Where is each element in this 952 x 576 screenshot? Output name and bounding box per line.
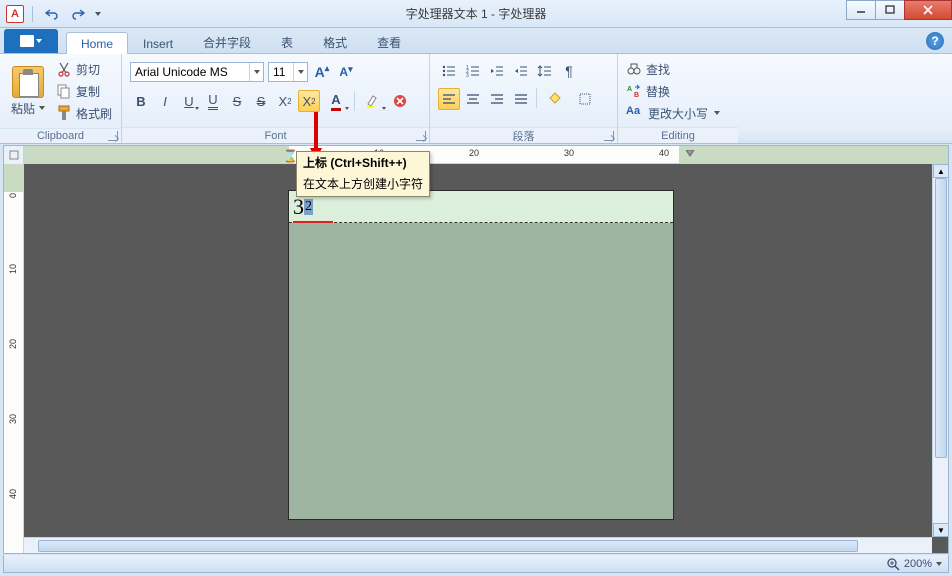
horizontal-ruler[interactable]: 10 20 30 40	[4, 146, 948, 164]
subscript-button[interactable]: X2	[274, 90, 296, 112]
replace-icon: AB	[626, 83, 642, 99]
spellcheck-underline	[293, 221, 333, 223]
underline-button[interactable]: U	[178, 90, 200, 112]
svg-text:3: 3	[466, 73, 469, 79]
window-title: 字处理器文本 1 - 字处理器	[406, 5, 547, 22]
pilcrow-button[interactable]: ¶	[558, 60, 580, 82]
status-bar: 200%	[3, 555, 949, 573]
bullets-button[interactable]	[438, 60, 460, 82]
scroll-up-button[interactable]: ▲	[933, 164, 949, 178]
format-painter-button[interactable]: 格式刷	[54, 102, 114, 124]
change-case-button[interactable]: Aa更改大小写	[626, 102, 720, 124]
font-launcher[interactable]	[416, 131, 426, 141]
change-case-icon: Aa	[626, 105, 644, 121]
tab-format[interactable]: 格式	[308, 29, 362, 54]
vscroll-thumb[interactable]	[935, 178, 947, 458]
grow-font-button[interactable]: A▴	[312, 62, 332, 82]
document-area: 10 20 30 40 0 10 20 30 40 32 ▲	[3, 145, 949, 554]
line-spacing-button[interactable]	[534, 60, 556, 82]
justify-button[interactable]	[510, 88, 532, 110]
align-center-button[interactable]	[462, 88, 484, 110]
clipboard-launcher[interactable]	[108, 131, 118, 141]
double-underline-button[interactable]: U	[202, 90, 224, 112]
font-name-combo[interactable]: Arial Unicode MS	[130, 62, 264, 82]
numbering-button[interactable]: 123	[462, 60, 484, 82]
qat-dropdown[interactable]	[93, 4, 103, 24]
title-bar: A 字处理器文本 1 - 字处理器	[0, 0, 952, 28]
ribbon-tabs: Home Insert 合并字段 表 格式 查看 ?	[0, 28, 952, 54]
vertical-ruler[interactable]: 0 10 20 30 40	[4, 164, 24, 553]
svg-text:A: A	[627, 86, 632, 93]
highlight-button[interactable]	[359, 90, 387, 112]
zoom-level[interactable]: 200%	[904, 558, 932, 570]
paragraph-launcher[interactable]	[604, 131, 614, 141]
scissors-icon	[56, 61, 72, 77]
clear-formatting-button[interactable]	[389, 90, 411, 112]
replace-button[interactable]: AB替换	[626, 80, 670, 102]
strikethrough-button[interactable]: S	[226, 90, 248, 112]
italic-button[interactable]: I	[154, 90, 176, 112]
horizontal-scrollbar[interactable]	[24, 537, 932, 553]
group-label-font: Font	[264, 130, 286, 142]
vertical-scrollbar[interactable]: ▲ ▼	[932, 164, 948, 537]
zoom-icon[interactable]	[886, 557, 900, 571]
paste-button[interactable]: 粘贴	[6, 58, 50, 124]
shrink-font-button[interactable]: A▾	[336, 62, 356, 82]
borders-button[interactable]	[571, 88, 599, 110]
redo-button[interactable]	[67, 4, 89, 24]
copy-icon	[56, 83, 72, 99]
tab-home[interactable]: Home	[66, 32, 128, 54]
tab-view[interactable]: 查看	[362, 29, 416, 54]
group-label-editing: Editing	[661, 130, 695, 142]
shading-button[interactable]	[541, 88, 569, 110]
align-left-button[interactable]	[438, 88, 460, 110]
maximize-button[interactable]	[875, 0, 905, 20]
bold-button[interactable]: B	[130, 90, 152, 112]
superscript-button[interactable]: X2	[298, 90, 320, 112]
minimize-button[interactable]	[846, 0, 876, 20]
double-strike-button[interactable]: S	[250, 90, 272, 112]
group-label-paragraph: 段落	[513, 128, 535, 144]
outdent-button[interactable]	[486, 60, 508, 82]
brush-icon	[56, 105, 72, 121]
close-button[interactable]	[904, 0, 952, 20]
scroll-down-button[interactable]: ▼	[933, 523, 949, 537]
align-right-button[interactable]	[486, 88, 508, 110]
tab-merge[interactable]: 合并字段	[188, 29, 266, 54]
document-canvas[interactable]: 32	[24, 164, 948, 553]
find-button[interactable]: 查找	[626, 58, 670, 80]
svg-text:B: B	[634, 92, 639, 99]
cut-button[interactable]: 剪切	[54, 58, 114, 80]
tab-insert[interactable]: Insert	[128, 32, 188, 54]
right-indent-marker[interactable]	[686, 150, 696, 160]
group-label-clipboard: Clipboard	[37, 130, 84, 142]
file-menu-button[interactable]	[4, 29, 58, 53]
superscript-tooltip: 上标 (Ctrl+Shift++) 在文本上方创建小字符	[296, 151, 430, 197]
font-color-button[interactable]: A	[322, 90, 350, 112]
binoculars-icon	[626, 61, 642, 77]
undo-button[interactable]	[41, 4, 63, 24]
paste-icon	[12, 66, 44, 98]
hscroll-thumb[interactable]	[38, 540, 858, 552]
indent-button[interactable]	[510, 60, 532, 82]
page: 32	[288, 190, 674, 520]
ribbon: 粘贴 剪切 复制 格式刷 Clipboard Arial Unicode MS …	[0, 54, 952, 144]
font-size-combo[interactable]: 11	[268, 62, 308, 82]
app-icon: A	[6, 5, 24, 23]
tab-table[interactable]: 表	[266, 29, 308, 54]
help-icon[interactable]: ?	[926, 32, 944, 50]
zoom-dropdown[interactable]	[936, 562, 942, 566]
copy-button[interactable]: 复制	[54, 80, 114, 102]
